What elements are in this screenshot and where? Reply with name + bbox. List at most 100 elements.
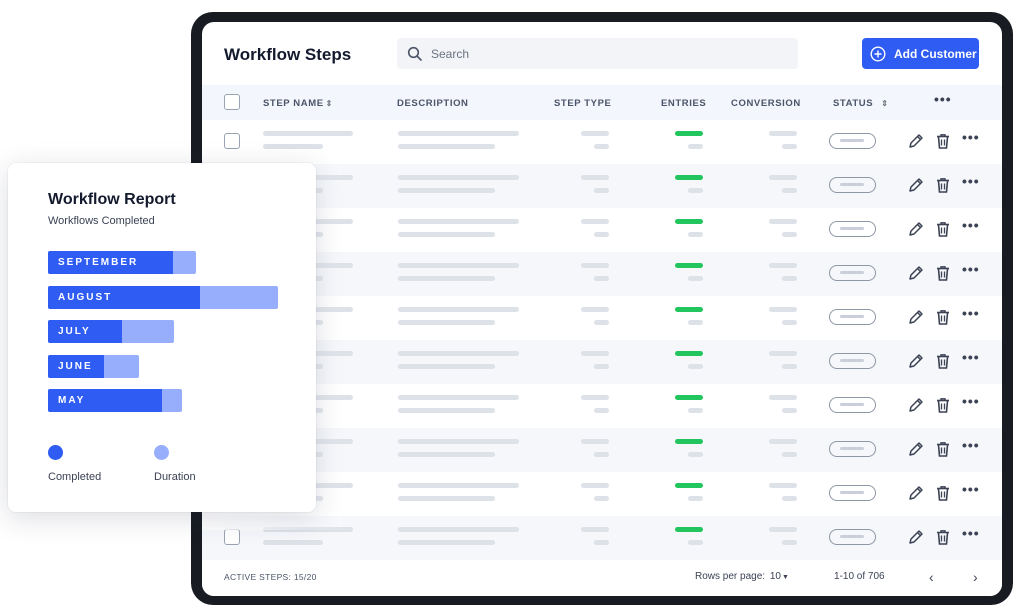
more-icon[interactable]: ••• (962, 305, 980, 321)
placeholder-text (688, 276, 703, 281)
entries-indicator (675, 351, 703, 356)
more-icon[interactable]: ••• (962, 217, 980, 233)
status-badge (829, 177, 876, 193)
bar-label: JULY (58, 326, 91, 337)
more-icon[interactable]: ••• (962, 525, 980, 541)
bar-label: MAY (58, 395, 86, 406)
trash-icon[interactable] (934, 396, 952, 414)
sort-icon[interactable]: ⇕ (881, 99, 888, 108)
pencil-icon[interactable] (907, 132, 925, 150)
bar-label: SEPTEMBER (58, 257, 139, 268)
more-icon[interactable]: ••• (962, 173, 980, 189)
placeholder-text (769, 395, 797, 400)
pencil-icon[interactable] (907, 440, 925, 458)
column-header-conversion: CONVERSION (731, 98, 801, 109)
trash-icon[interactable] (934, 308, 952, 326)
status-badge (829, 529, 876, 545)
column-options-icon[interactable]: ••• (934, 91, 952, 107)
previous-page-button[interactable]: ‹ (929, 569, 934, 585)
row-checkbox[interactable] (224, 529, 240, 545)
status-badge (829, 265, 876, 281)
status-badge (829, 353, 876, 369)
placeholder-text (398, 439, 519, 444)
legend-completed-dot (48, 445, 63, 460)
entries-indicator (675, 219, 703, 224)
pencil-icon[interactable] (907, 352, 925, 370)
placeholder-text (398, 527, 519, 532)
bar-label: JUNE (58, 360, 93, 372)
report-title: Workflow Report (48, 191, 176, 208)
trash-icon[interactable] (934, 264, 952, 282)
placeholder-text (398, 351, 519, 356)
row-checkbox[interactable] (224, 133, 240, 149)
placeholder-text (769, 439, 797, 444)
placeholder-text (594, 188, 609, 193)
more-icon[interactable]: ••• (962, 129, 980, 145)
status-badge (829, 485, 876, 501)
placeholder-text (782, 408, 797, 413)
search-input[interactable]: Search (397, 38, 798, 69)
placeholder-text (688, 364, 703, 369)
placeholder-text (769, 131, 797, 136)
rows-per-page-select[interactable]: Rows per page: 10▼ (695, 571, 789, 582)
placeholder-text (581, 483, 609, 488)
more-icon[interactable]: ••• (962, 261, 980, 277)
more-icon[interactable]: ••• (962, 349, 980, 365)
sort-icon[interactable]: ⇕ (326, 99, 333, 108)
placeholder-text (688, 144, 703, 149)
trash-icon[interactable] (934, 484, 952, 502)
pencil-icon[interactable] (907, 308, 925, 326)
trash-icon[interactable] (934, 440, 952, 458)
placeholder-text (782, 364, 797, 369)
next-page-button[interactable]: › (973, 569, 978, 585)
placeholder-text (398, 307, 519, 312)
pencil-icon[interactable] (907, 220, 925, 238)
pencil-icon[interactable] (907, 528, 925, 546)
trash-icon[interactable] (934, 220, 952, 238)
select-all-checkbox[interactable] (224, 94, 240, 110)
status-badge (829, 397, 876, 413)
column-header-step-name[interactable]: STEP NAME ⇕ (263, 98, 333, 109)
placeholder-text (594, 452, 609, 457)
placeholder-text (782, 320, 797, 325)
placeholder-text (398, 364, 495, 369)
pencil-icon[interactable] (907, 176, 925, 194)
trash-icon[interactable] (934, 528, 952, 546)
placeholder-text (782, 188, 797, 193)
placeholder-text (782, 232, 797, 237)
add-customer-button[interactable]: Add Customer (862, 38, 979, 69)
more-icon[interactable]: ••• (962, 437, 980, 453)
trash-icon[interactable] (934, 132, 952, 150)
pencil-icon[interactable] (907, 396, 925, 414)
more-icon[interactable]: ••• (962, 393, 980, 409)
search-icon (407, 46, 422, 61)
more-icon[interactable]: ••• (962, 481, 980, 497)
placeholder-text (581, 527, 609, 532)
trash-icon[interactable] (934, 176, 952, 194)
caret-down-icon: ▼ (781, 574, 789, 581)
placeholder-text (769, 307, 797, 312)
entries-indicator (675, 307, 703, 312)
placeholder-text (782, 144, 797, 149)
column-header-status[interactable]: STATUS ⇕ (833, 98, 889, 109)
placeholder-text (581, 351, 609, 356)
column-header-step-type: STEP TYPE (554, 98, 612, 109)
placeholder-text (594, 364, 609, 369)
pencil-icon[interactable] (907, 484, 925, 502)
trash-icon[interactable] (934, 352, 952, 370)
plus-circle-icon (870, 45, 886, 62)
legend-completed-label: Completed (48, 471, 102, 483)
placeholder-text (263, 131, 353, 136)
pencil-icon[interactable] (907, 264, 925, 282)
placeholder-text (769, 219, 797, 224)
placeholder-text (688, 452, 703, 457)
placeholder-text (398, 540, 495, 545)
legend-duration-dot (154, 445, 169, 460)
placeholder-text (594, 408, 609, 413)
placeholder-text (581, 439, 609, 444)
placeholder-text (398, 263, 519, 268)
placeholder-text (769, 263, 797, 268)
placeholder-text (594, 320, 609, 325)
search-placeholder: Search (431, 46, 470, 61)
placeholder-text (581, 263, 609, 268)
